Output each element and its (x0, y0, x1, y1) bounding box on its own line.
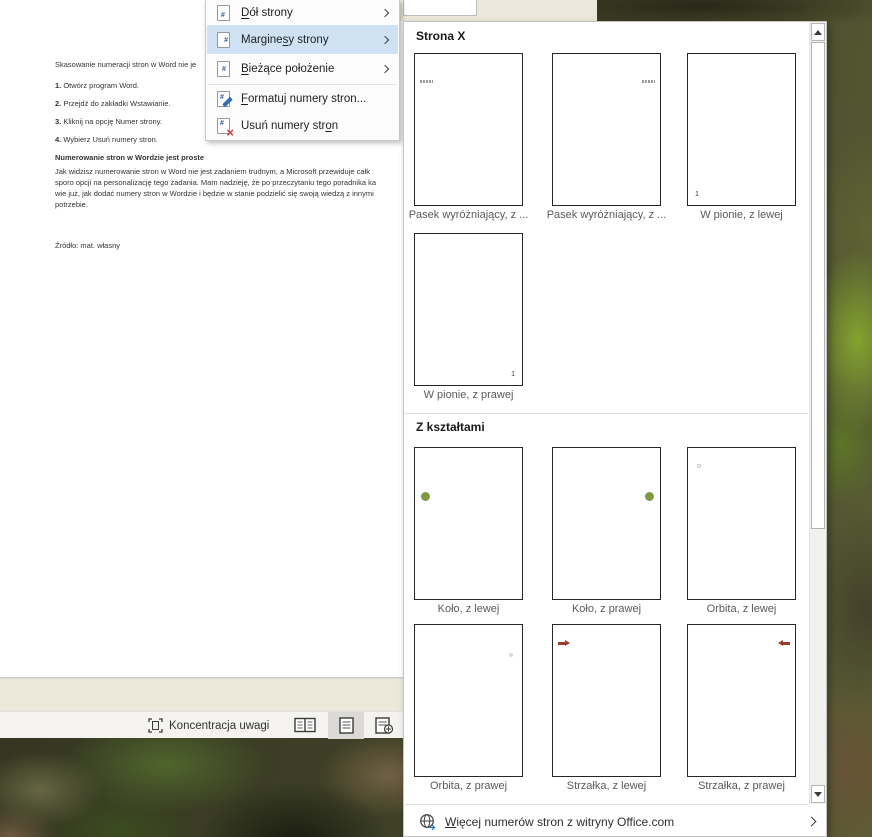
page-thumbnail (687, 447, 796, 600)
screen: Skasowanie numeracji stron w Word nie je… (0, 0, 872, 837)
chrome-fragment-box (403, 0, 477, 16)
orbit-top-right-marker (509, 653, 513, 657)
doc-body-line: sporo opcji na personalizację tego zadan… (55, 178, 403, 187)
gallery-item-label: Strzałka, z prawej (673, 780, 810, 792)
doc-source-line: Źródło: mat. własny (55, 241, 403, 250)
read-mode-icon[interactable] (294, 717, 316, 733)
page-number-bottom-right-marker: 1 (511, 371, 515, 378)
doc-body-line: potrzebie. (55, 200, 403, 209)
remove-page-numbers-icon: # (217, 118, 230, 134)
doc-body-line: Jak widzisz numerowanie stron w Word nie… (55, 167, 403, 176)
gallery-item-pion-prawy[interactable]: 1 W pionie, z prawej (400, 233, 537, 401)
doc-heading: Numerowanie stron w Wordzie jest proste (55, 153, 403, 162)
step-text: Kliknij na opcję Numer strony. (61, 117, 162, 126)
section-separator (405, 413, 808, 414)
focus-mode-label: Koncentracja uwagi (169, 720, 269, 732)
page-number-bar-top-left-marker (420, 80, 433, 83)
submenu-arrow-icon (381, 64, 389, 72)
scroll-down-icon (814, 792, 822, 797)
gallery-section-title: Strona X (416, 29, 465, 43)
focus-mode-button[interactable]: Koncentracja uwagi (148, 712, 269, 739)
menu-item-label: Dół strony (241, 7, 293, 19)
menu-item-bottom-of-page[interactable]: # Dół strony (207, 0, 398, 25)
gallery-item-orbita-prawa[interactable]: Orbita, z prawej (400, 624, 537, 792)
page-number-gallery-panel: Strona X Pasek wyróżniający, z ... Pasek… (403, 21, 827, 837)
page-number-bottom-icon: # (217, 5, 230, 21)
menu-item-page-margins[interactable]: # Marginesy strony (207, 25, 398, 54)
window-chrome-strip-bottom (0, 678, 403, 711)
circle-right-marker (645, 492, 654, 501)
gallery-scrollbar[interactable] (809, 22, 826, 804)
page-number-margins-icon: # (217, 32, 230, 48)
gallery-item-label: Koło, z prawej (538, 603, 675, 615)
focus-icon (148, 718, 163, 733)
status-bar: Koncentracja uwagi (0, 711, 403, 738)
step-text: Otwórz program Word. (61, 81, 139, 90)
footer-chevron-icon (807, 817, 817, 827)
step-text: Przejdź do zakładki Wstawianie. (61, 99, 170, 108)
more-page-numbers-label: Więcej numerów stron z witryny Office.co… (445, 815, 674, 829)
gallery-item-pion-lewy[interactable]: 1 W pionie, z lewej (673, 53, 810, 221)
page-thumbnail (414, 624, 523, 777)
scroll-up-button[interactable] (811, 23, 825, 41)
web-layout-icon[interactable] (375, 717, 394, 734)
menu-item-remove-page-numbers[interactable]: # Usuń numery stron (207, 112, 398, 139)
gallery-item-pasek-lewy[interactable]: Pasek wyróżniający, z ... (400, 53, 537, 221)
gallery-item-label: W pionie, z prawej (400, 389, 537, 401)
doc-body-line: wie już, jak dodać numery stron w Wordzi… (55, 189, 403, 198)
scroll-down-button[interactable] (811, 785, 825, 803)
gallery-item-orbita-lewa[interactable]: Orbita, z lewej (673, 447, 810, 615)
print-layout-icon[interactable] (339, 717, 354, 734)
gallery-item-label: W pionie, z lewej (673, 209, 810, 221)
page-thumbnail (552, 624, 661, 777)
page-thumbnail (552, 447, 661, 600)
orbit-top-left-marker (697, 464, 701, 468)
page-thumbnail (414, 447, 523, 600)
menu-item-label: Bieżące położenie (241, 63, 334, 75)
page-thumbnail: 1 (687, 53, 796, 206)
page-number-bottom-left-marker: 1 (695, 191, 699, 198)
submenu-arrow-icon (381, 8, 389, 16)
page-thumbnail (552, 53, 661, 206)
gallery-section-title: Z kształtami (416, 420, 485, 434)
gallery-item-kolo-lewe[interactable]: Koło, z lewej (400, 447, 537, 615)
gallery-item-label: Pasek wyróżniający, z ... (538, 209, 675, 221)
circle-left-marker (421, 492, 430, 501)
gallery-item-label: Strzałka, z lewej (538, 780, 675, 792)
gallery-item-strzalka-lewa[interactable]: Strzałka, z lewej (538, 624, 675, 792)
page-number-bar-top-right-marker (642, 80, 655, 83)
gallery-item-label: Orbita, z lewej (673, 603, 810, 615)
page-thumbnail (687, 624, 796, 777)
arrow-top-right-marker (783, 642, 790, 645)
page-thumbnail (414, 53, 523, 206)
menu-item-label: Usuń numery stron (241, 120, 338, 132)
page-number-current-icon: # (217, 61, 230, 77)
arrow-top-left-marker (558, 642, 565, 645)
page-thumbnail: 1 (414, 233, 523, 386)
gallery-item-label: Orbita, z prawej (400, 780, 537, 792)
more-page-numbers-link[interactable]: Więcej numerów stron z witryny Office.co… (404, 805, 826, 837)
scrollbar-thumb[interactable] (811, 42, 825, 529)
menu-item-label: Formatuj numery stron... (241, 93, 366, 105)
scroll-up-icon (814, 30, 822, 35)
globe-icon (419, 813, 437, 831)
gallery-item-pasek-prawy[interactable]: Pasek wyróżniający, z ... (538, 53, 675, 221)
page-number-dropdown-menu: # Dół strony # Marginesy strony # Bieżąc… (205, 0, 400, 141)
menu-separator (208, 84, 397, 85)
menu-item-format-page-numbers[interactable]: # Formatuj numery stron... (207, 86, 398, 112)
gallery-item-strzalka-prawa[interactable]: Strzałka, z prawej (673, 624, 810, 792)
step-text: Wybierz Usuń numery stron. (61, 135, 158, 144)
gallery-item-label: Pasek wyróżniający, z ... (400, 209, 537, 221)
submenu-arrow-icon (381, 35, 389, 43)
format-page-numbers-icon: # (217, 91, 230, 107)
menu-item-label: Marginesy strony (241, 34, 329, 46)
menu-item-current-position[interactable]: # Bieżące położenie (207, 54, 398, 83)
gallery-item-kolo-prawe[interactable]: Koło, z prawej (538, 447, 675, 615)
gallery-item-label: Koło, z lewej (400, 603, 537, 615)
